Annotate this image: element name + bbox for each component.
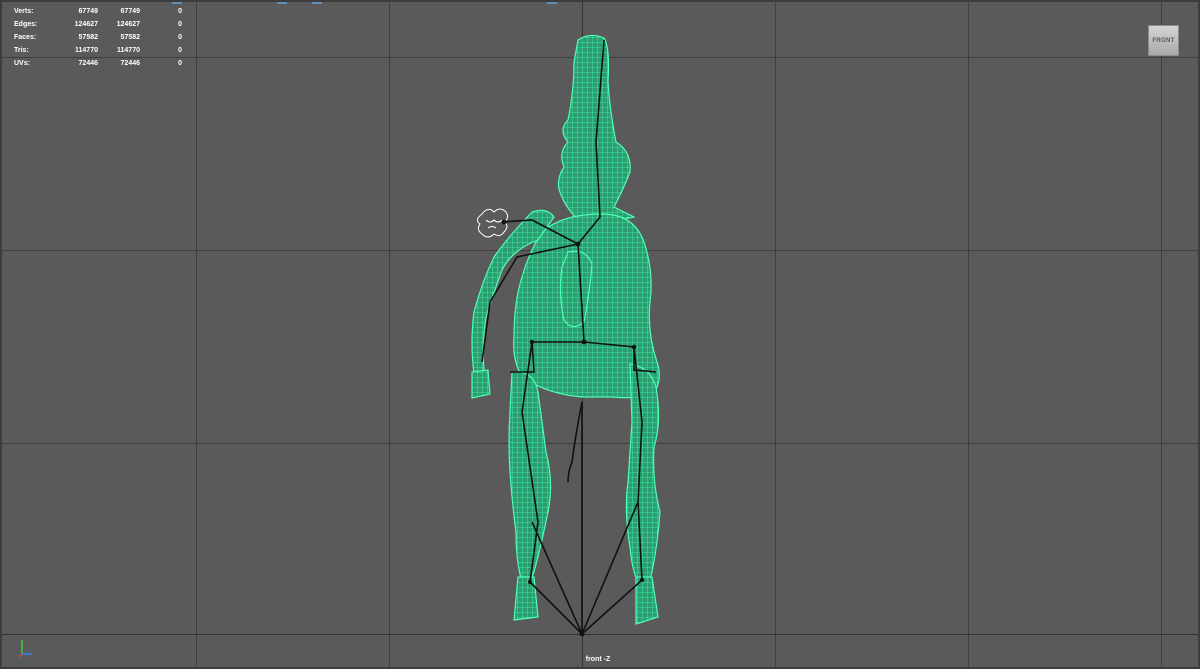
hud-v1: 72446 <box>78 60 98 67</box>
hud-v2: 57582 <box>120 34 140 41</box>
hud-v2: 114770 <box>117 47 140 54</box>
view-cube-label: FRONT <box>1152 37 1175 44</box>
hud-row: Verts: 67749 67749 0 <box>14 5 182 18</box>
hud-label: UVs: <box>14 60 30 67</box>
hud-label: Tris: <box>14 47 29 54</box>
hud-v2: 72446 <box>120 60 140 67</box>
hud-label: Edges: <box>14 21 38 28</box>
hud-row: Edges: 124627 124627 0 <box>14 18 182 31</box>
hud-label: Verts: <box>14 8 34 15</box>
hud-v3: 0 <box>178 60 182 67</box>
hud-v3: 0 <box>178 21 182 28</box>
hud-v3: 0 <box>178 34 182 41</box>
mesh-body <box>471 34 661 625</box>
hud-v3: 0 <box>178 47 182 54</box>
hud-v2: 124627 <box>116 21 140 28</box>
front-viewport[interactable]: Verts: 67749 67749 0 Edges: 124627 124627 0 Face… <box>0 0 1200 669</box>
camera-label: front -Z <box>585 656 611 663</box>
hud-v1: 67749 <box>78 8 98 15</box>
hud-v2: 67749 <box>120 8 140 15</box>
view-cube[interactable]: FRONT <box>1148 25 1179 56</box>
creature-wireframe-model[interactable] <box>2 2 1200 669</box>
poly-count-hud: Verts: 67749 67749 0 Edges: 124627 124627 0 Face… <box>14 5 182 70</box>
hud-v1: 57582 <box>78 34 98 41</box>
hud-label: Faces: <box>14 34 37 41</box>
hud-row: UVs: 72446 72446 0 <box>14 57 182 70</box>
hud-v3: 0 <box>178 8 182 15</box>
hud-v1: 124627 <box>74 21 98 28</box>
hud-row: Tris: 114770 114770 0 <box>14 44 182 57</box>
hud-v1: 114770 <box>75 47 98 54</box>
hud-row: Faces: 57582 57582 0 <box>14 31 182 44</box>
